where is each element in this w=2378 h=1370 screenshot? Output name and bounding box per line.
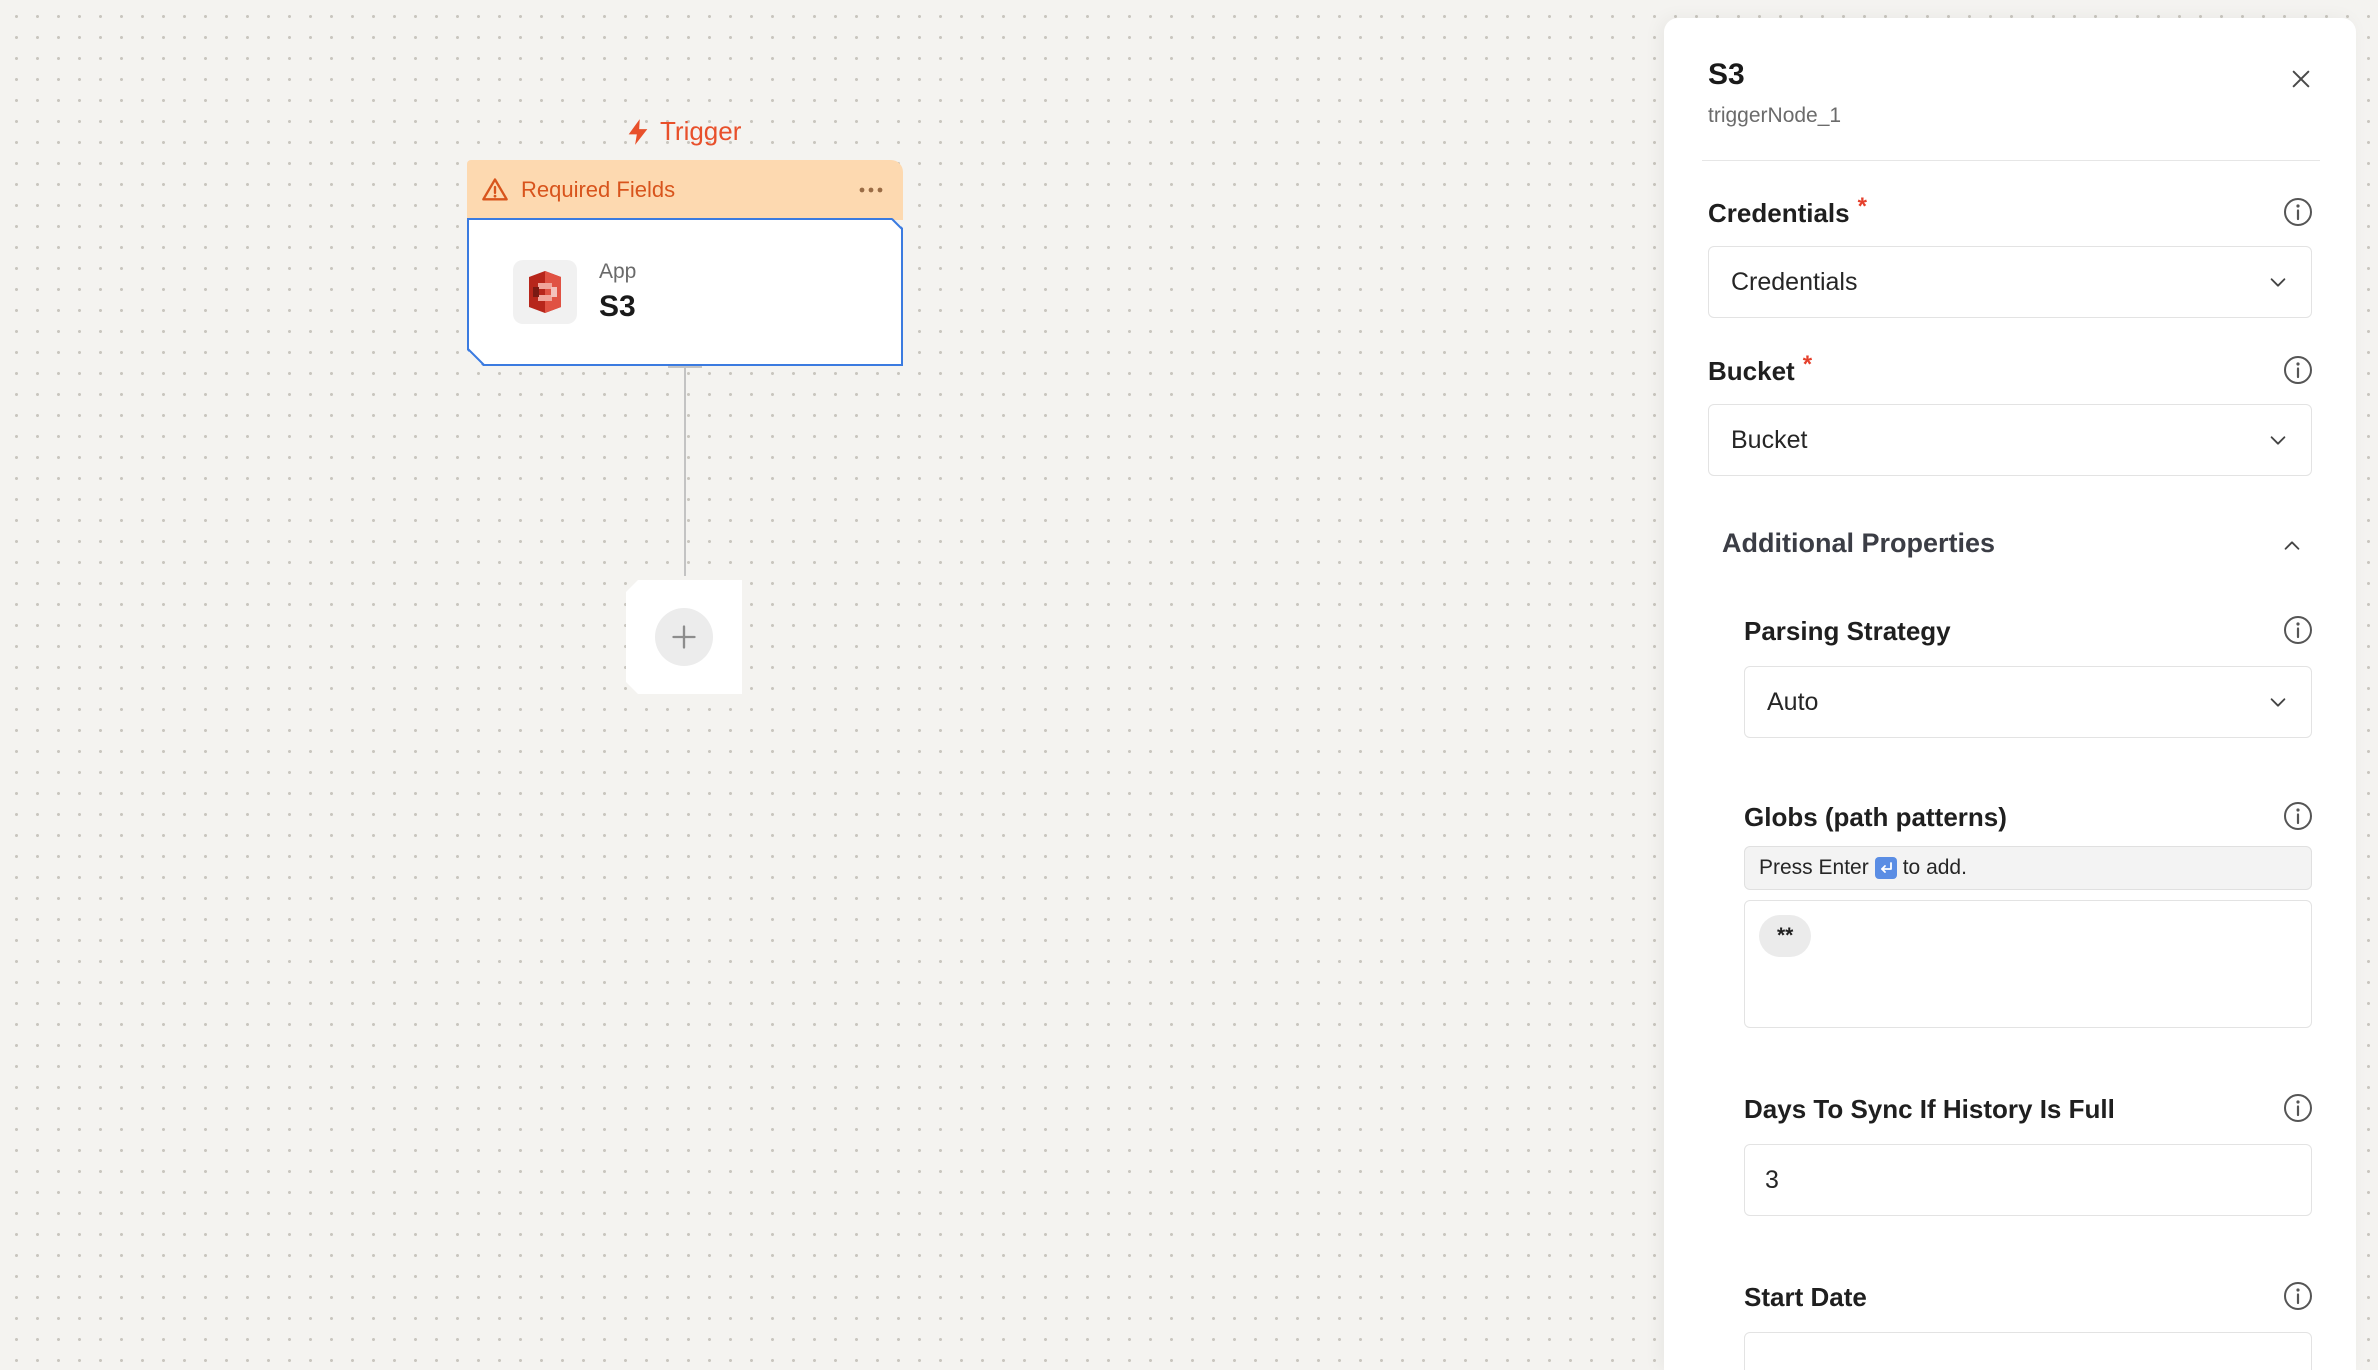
chevron-down-icon xyxy=(2270,698,2286,707)
start-date-label-text: Start Date xyxy=(1744,1282,1867,1312)
trigger-node[interactable]: Required Fields App S3 xyxy=(467,160,903,366)
panel-header: S3 triggerNode_1 xyxy=(1664,18,2356,160)
credentials-select[interactable]: Credentials xyxy=(1708,246,2312,318)
bucket-select[interactable]: Bucket xyxy=(1708,404,2312,476)
required-asterisk: * xyxy=(1802,351,1813,378)
lightning-icon xyxy=(628,118,648,145)
bucket-select-value: Bucket xyxy=(1731,425,1808,454)
chevron-down-icon xyxy=(2270,278,2286,287)
days-to-sync-info-icon[interactable] xyxy=(2282,1092,2314,1124)
connector-line xyxy=(684,366,686,576)
parsing-strategy-label-text: Parsing Strategy xyxy=(1744,616,1951,646)
credentials-select-value: Credentials xyxy=(1731,267,1858,296)
globs-hint-suffix: to add. xyxy=(1902,856,1967,879)
credentials-info-icon[interactable] xyxy=(2282,196,2314,228)
globs-info-icon[interactable] xyxy=(2282,800,2314,832)
days-to-sync-label: Days To Sync If History Is Full xyxy=(1744,1094,2115,1125)
warning-icon xyxy=(482,178,508,201)
chevron-up-icon xyxy=(2284,541,2300,550)
start-date-input[interactable] xyxy=(1744,1332,2312,1370)
globs-hint-prefix: Press Enter xyxy=(1759,856,1869,879)
globs-label-text: Globs (path patterns) xyxy=(1744,802,2007,832)
node-body[interactable]: App S3 xyxy=(467,218,903,366)
parsing-strategy-label: Parsing Strategy xyxy=(1744,616,1951,647)
bucket-label: Bucket * xyxy=(1708,351,1813,387)
close-icon xyxy=(2292,70,2310,88)
credentials-label: Credentials * xyxy=(1708,193,1867,229)
required-fields-text: Required Fields xyxy=(521,177,676,202)
add-step-node xyxy=(626,580,742,694)
enter-key-icon xyxy=(1874,857,1897,879)
additional-properties-title[interactable]: Additional Properties xyxy=(1722,528,1995,559)
panel-subtitle: triggerNode_1 xyxy=(1708,104,1842,127)
add-step-button[interactable] xyxy=(655,608,713,666)
node-config-panel: S3 triggerNode_1 Credentials * Credentia… xyxy=(1664,18,2356,1370)
s3-bucket-icon xyxy=(525,269,565,315)
parsing-strategy-info-icon[interactable] xyxy=(2282,614,2314,646)
app-name-label: S3 xyxy=(599,290,636,323)
trigger-label: Trigger xyxy=(624,116,741,147)
node-more-menu-button[interactable] xyxy=(853,178,889,202)
globs-tags-input[interactable]: ** xyxy=(1744,900,2312,1028)
app-kind-label: App xyxy=(599,260,637,283)
bucket-info-icon[interactable] xyxy=(2282,354,2314,386)
s3-app-icon xyxy=(513,260,577,324)
days-to-sync-value: 3 xyxy=(1765,1165,1779,1194)
panel-divider xyxy=(1702,160,2320,161)
start-date-label: Start Date xyxy=(1744,1282,1867,1313)
chevron-down-icon xyxy=(2270,436,2286,445)
credentials-label-text: Credentials xyxy=(1708,198,1850,228)
close-panel-button[interactable] xyxy=(2282,60,2320,98)
bucket-label-text: Bucket xyxy=(1708,356,1795,386)
parsing-strategy-select-value: Auto xyxy=(1767,687,1819,716)
days-to-sync-label-text: Days To Sync If History Is Full xyxy=(1744,1094,2115,1124)
node-warning-header: Required Fields xyxy=(467,160,903,220)
days-to-sync-input[interactable]: 3 xyxy=(1744,1144,2312,1216)
start-date-info-icon[interactable] xyxy=(2282,1280,2314,1312)
trigger-label-text: Trigger xyxy=(660,116,742,146)
globs-hint: Press Enter to add. xyxy=(1744,846,2312,890)
more-horizontal-icon xyxy=(859,187,883,193)
parsing-strategy-select[interactable]: Auto xyxy=(1744,666,2312,738)
required-asterisk: * xyxy=(1857,193,1867,220)
glob-tag[interactable]: ** xyxy=(1759,915,1812,957)
globs-label: Globs (path patterns) xyxy=(1744,802,2007,833)
additional-properties-toggle[interactable] xyxy=(2276,530,2308,562)
plus-icon xyxy=(670,623,698,651)
panel-title: S3 xyxy=(1708,58,1745,91)
